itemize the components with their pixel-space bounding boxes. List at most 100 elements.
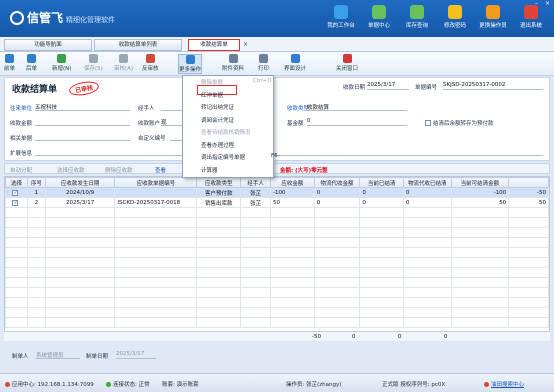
menu-item[interactable]: 调阅会计凭证 (201, 116, 234, 124)
design-button[interactable]: 界面设计 (284, 54, 306, 72)
table-cell (450, 287, 510, 298)
docs-icon (372, 5, 386, 19)
table-cell (114, 267, 198, 278)
row-checkbox-icon[interactable]: ✓ (12, 200, 19, 206)
table-cell: ISCKD-20250317-0018 (114, 197, 198, 208)
menu-item[interactable]: 删除单据 Ctrl+D (201, 78, 272, 86)
topnav-docs[interactable]: 单据中心 (360, 3, 398, 29)
column-header[interactable]: 应收款类型 (196, 177, 242, 188)
menu-item[interactable]: 红冲单据 (201, 91, 223, 99)
tab-navigation[interactable]: 功能导航面 (4, 39, 92, 51)
menu-item[interactable]: 查看待结款核销情况 (201, 128, 251, 136)
ref-field[interactable] (35, 133, 130, 141)
remark-field[interactable] (35, 148, 543, 156)
unaudit-button[interactable]: 反审核 (142, 54, 159, 72)
column-header[interactable]: 物流代收已结清 (403, 177, 452, 188)
next-button[interactable]: 后单 (26, 54, 37, 72)
menu-item[interactable]: 调出指定编号单据 F6 (201, 153, 278, 161)
table-cell (5, 287, 28, 298)
table-cell[interactable]: ✓ (5, 197, 28, 208)
table-cell (450, 207, 510, 218)
table-cell (313, 217, 361, 228)
empty-row (5, 317, 549, 328)
table-cell (313, 237, 361, 248)
prev-button[interactable]: 前单 (4, 54, 15, 72)
add-button[interactable]: 新增(N) (52, 54, 71, 72)
column-header[interactable]: 经手人 (240, 177, 271, 188)
tab-close-icon[interactable]: × (243, 40, 248, 50)
table-cell (26, 227, 46, 238)
menu-item[interactable]: 查看办理过程 (201, 141, 234, 149)
column-header[interactable]: 当前可结清金额 (450, 177, 510, 188)
menu-item[interactable]: 转记出纳凭证 (201, 103, 234, 111)
audit-button[interactable]: 审核(A) (114, 54, 133, 72)
column-header[interactable] (508, 177, 549, 188)
exit-icon (524, 5, 538, 19)
table-cell (313, 297, 361, 308)
empty-row (5, 267, 549, 278)
row-checkbox-icon[interactable]: ✓ (12, 190, 19, 196)
table-cell: 1 (26, 187, 46, 198)
table-cell (403, 267, 452, 278)
column-header[interactable]: 应收款单据编号 (114, 177, 198, 188)
topnav-stock[interactable]: 库存查询 (398, 3, 436, 29)
table-cell: 50 (450, 197, 510, 208)
bill-no-field[interactable]: SKJSD-20250317-0002 (443, 82, 543, 90)
column-header[interactable]: 选择 (5, 177, 28, 188)
help-link[interactable]: 油田搜索中心 (484, 380, 524, 388)
type-field[interactable]: 收款结算 (307, 103, 407, 111)
table-cell (5, 267, 28, 278)
attach-button[interactable]: 附件资料 (222, 54, 244, 72)
table-row[interactable]: ✓ 1 2024/10/9 客户预付款 张芷 -100 0 0 0 -100 -50 (5, 187, 549, 198)
menu-item[interactable]: 计算器 (201, 166, 218, 174)
topnav-desk[interactable]: 我的工作台 (322, 3, 360, 29)
table-cell (403, 217, 452, 228)
empty-row (5, 277, 549, 288)
table-cell (508, 207, 549, 218)
view-button[interactable]: 查看 (155, 166, 166, 174)
table-cell (359, 237, 404, 248)
close-icon[interactable]: × (543, 0, 552, 7)
server-status: 应用中心: 192.168.1.134:7099 (5, 380, 94, 388)
minimize-icon[interactable]: – (532, 0, 541, 7)
design-icon (290, 54, 300, 63)
table-cell: 50 (270, 197, 315, 208)
company-status: 账套: 演示账套 (162, 382, 199, 388)
topnav-user[interactable]: 更换操作员 (474, 3, 512, 29)
tab-settlement-list[interactable]: 收款结算单列表 (94, 39, 182, 51)
table-cell (26, 217, 46, 228)
tab-settlement[interactable]: 收款结算单 × (188, 39, 248, 51)
more-button[interactable]: 更多操作 (178, 54, 203, 74)
close-window-button[interactable]: 关闭窗口 (336, 54, 358, 72)
column-header[interactable]: 物流代收金额 (313, 177, 361, 188)
select-receivable-button[interactable]: 选择应收款 (57, 166, 85, 174)
fund-field[interactable]: 0 (307, 118, 407, 126)
table-cell (5, 237, 28, 248)
column-header[interactable]: 应收金额 (270, 177, 315, 188)
unit-label[interactable]: 往来单位 (10, 104, 32, 112)
checkbox-icon[interactable] (425, 120, 431, 126)
column-header[interactable]: 序号 (26, 177, 46, 188)
table-cell (44, 267, 116, 278)
table-cell (114, 317, 198, 328)
table-cell[interactable]: ✓ (5, 187, 28, 198)
table-cell (403, 307, 452, 318)
auto-allocate-button[interactable]: 自动分配 (10, 166, 32, 174)
save-button[interactable]: 保存(S) (84, 54, 103, 72)
table-cell (44, 237, 116, 248)
print-button[interactable]: 打印 (258, 54, 269, 72)
date-field[interactable]: 2025/3/17 (367, 82, 409, 90)
table-cell: 0 (313, 197, 361, 208)
table-cell (313, 307, 361, 318)
table-row[interactable]: ✓ 2 2025/3/17 ISCKD-20250317-0018 销售出库款 张芷 50 0… (5, 197, 549, 208)
topnav-lock[interactable]: 修改密码 (436, 3, 474, 29)
column-header[interactable]: 应收款发生日期 (44, 177, 116, 188)
table-cell (26, 257, 46, 268)
total-settled: 0 (398, 334, 402, 340)
amount-field[interactable] (35, 118, 130, 126)
column-header[interactable]: 当前已结清 (359, 177, 404, 188)
unit-field[interactable]: 五祝科技 (35, 103, 130, 111)
settle-checkbox[interactable]: 结清后余额转存为预付款 (425, 119, 494, 127)
table-cell (450, 257, 510, 268)
delete-receivable-button[interactable]: 删除应收款 (105, 166, 133, 174)
